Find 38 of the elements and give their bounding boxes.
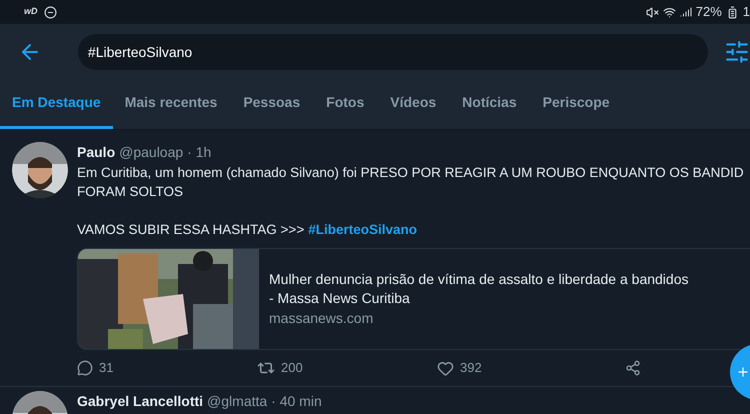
card-title: - Massa News Curitiba [269,289,411,308]
search-field[interactable]: #LiberteoSilvano [78,34,708,70]
do-not-disturb-icon [44,6,56,18]
author-name: Gabryel Lancellotti [77,392,204,411]
like-count: 392 [460,359,482,378]
card-title: Mulher denuncia prisão de vítima de assalto e liberdade a bandidos [269,270,688,289]
filter-icon[interactable] [724,39,750,65]
tab[interactable]: Mais recentes [112,79,230,129]
link-card[interactable]: Mulher denuncia prisão de vítima de assalto e liberdade a bandidos - Massa News Curitiba massanews.com [77,248,750,350]
card-domain: massanews.com [269,309,374,328]
author-name: Paulo [77,143,116,162]
author-handle: @pauloap [119,143,184,162]
mute-icon [646,6,659,18]
tab[interactable]: Periscope [530,79,622,129]
status-logo: wD [24,5,38,18]
tab[interactable]: Pessoas [231,79,312,129]
author-handle: @glmatta [207,392,268,411]
battery-percent: 72% [696,3,722,22]
tweet-text: Em Curitiba, um homem (chamado Silvano) foi PRESO POR REAGIR A UM ROUBO ENQUANTO OS BANDID [77,164,745,182]
tab[interactable]: Vídeos [378,79,448,129]
tab[interactable]: Em Destaque [0,79,113,129]
plus-icon [736,365,750,379]
clock: 1 [742,3,750,22]
tweet-text: VAMOS SUBIR ESSA HASHTAG >>> [77,221,304,239]
reply-icon[interactable] [77,360,93,376]
tweet-text: FORAM SOLTOS [77,183,184,201]
wifi-icon [662,6,676,18]
avatar[interactable] [12,142,68,198]
tweet-time: · 40 min [271,392,322,410]
share-icon[interactable] [625,360,641,376]
battery-icon [726,6,739,18]
hashtag-link[interactable]: #LiberteoSilvano [308,220,417,239]
like-icon[interactable] [437,360,454,376]
reply-count: 31 [99,359,114,378]
tweet-time: · 1h [187,143,212,162]
retweet-count: 200 [281,359,303,378]
tab[interactable]: Fotos [314,79,376,129]
tab[interactable]: Notícias [450,79,529,129]
